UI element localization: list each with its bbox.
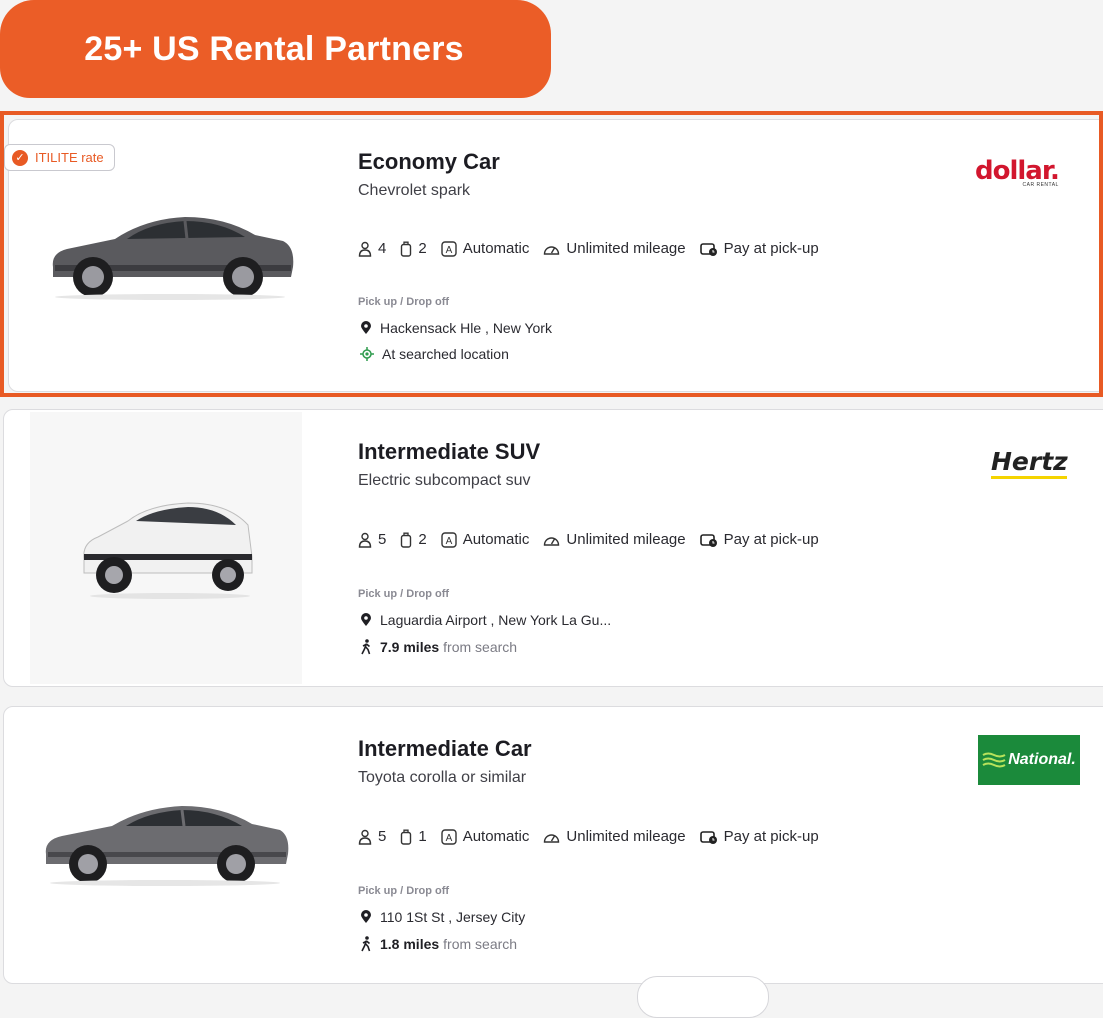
distance-info: 7.9 miles from search (360, 639, 517, 655)
national-logo: National. (978, 735, 1080, 785)
transmission-label: Automatic (462, 828, 530, 845)
wallet-clock-icon (699, 533, 717, 547)
vendor-name: Hertz (991, 447, 1068, 476)
svg-text:A: A (445, 833, 452, 844)
speedometer-icon (544, 833, 560, 843)
mileage-feature: Unlimited mileage (543, 531, 686, 548)
walking-icon (361, 936, 371, 952)
passengers-count: 4 (378, 240, 387, 257)
passengers-feature: 5 (358, 828, 386, 845)
hertz-logo: Hertz (991, 447, 1068, 479)
location-pin-icon (361, 910, 371, 923)
luggage-icon (401, 532, 412, 548)
payment-label: Pay at pick-up (723, 828, 819, 845)
hertz-underline (991, 476, 1067, 479)
speedometer-icon (544, 536, 560, 546)
badge-label: ITILITE rate (35, 150, 104, 165)
car-subtitle: Toyota corolla or similar (358, 769, 527, 786)
person-icon (358, 829, 372, 845)
pickup-location-text: 110 1St St , Jersey City (380, 909, 526, 925)
scroll-tab[interactable] (637, 976, 769, 1018)
speedometer-icon (544, 245, 560, 255)
vendor-name: dollar. (975, 156, 1060, 186)
car-features: 4 2 A Automatic Unlimited mileage Pay at… (358, 240, 833, 257)
wallet-clock-icon (699, 830, 717, 844)
payment-label: Pay at pick-up (723, 531, 819, 548)
banner-text: 25+ US Rental Partners (84, 29, 464, 68)
automatic-icon: A (440, 828, 457, 845)
person-icon (358, 241, 372, 257)
automatic-icon: A (440, 531, 457, 548)
mileage-label: Unlimited mileage (566, 240, 686, 257)
bags-count: 2 (418, 240, 427, 257)
automatic-icon: A (440, 240, 457, 257)
mileage-feature: Unlimited mileage (543, 240, 686, 257)
payment-label: Pay at pick-up (723, 240, 819, 257)
car-image-economy (52, 217, 294, 300)
car-subtitle: Electric subcompact suv (358, 472, 531, 489)
passengers-feature: 4 (358, 240, 386, 257)
luggage-icon (401, 241, 412, 257)
wallet-clock-icon (699, 242, 717, 256)
pickup-location: Laguardia Airport , New York La Gu... (360, 612, 611, 628)
walking-icon (361, 639, 371, 655)
mileage-feature: Unlimited mileage (543, 828, 686, 845)
bags-feature: 2 (400, 240, 427, 257)
transmission-feature: A Automatic (440, 531, 530, 548)
distance-value: 1.8 miles (380, 936, 440, 952)
pickup-location: Hackensack Hle , New York (360, 320, 552, 336)
car-image-suv (83, 502, 253, 599)
pickup-location-text: Hackensack Hle , New York (380, 320, 552, 336)
luggage-icon (401, 829, 412, 845)
svg-text:A: A (445, 536, 452, 547)
distance-value: 7.9 miles (380, 639, 440, 655)
mileage-label: Unlimited mileage (566, 531, 686, 548)
car-image-intermediate (45, 806, 289, 886)
distance-suffix: from search (443, 639, 518, 655)
itilite-rate-badge: ✓ ITILITE rate (4, 144, 115, 171)
rental-partners-banner: 25+ US Rental Partners (0, 0, 551, 98)
car-title[interactable]: Intermediate Car (358, 736, 532, 762)
distance-suffix: from search (443, 936, 518, 952)
transmission-label: Automatic (462, 531, 530, 548)
location-pin-icon (361, 613, 371, 626)
target-icon (360, 347, 374, 361)
dollar-logo: dollar. CAR RENTAL (975, 156, 1060, 188)
mileage-label: Unlimited mileage (566, 828, 686, 845)
check-badge-icon: ✓ (12, 150, 28, 166)
car-features: 5 2 A Automatic Unlimited mileage Pay at… (358, 531, 833, 548)
car-title[interactable]: Intermediate SUV (358, 439, 540, 465)
pickup-location-text: Laguardia Airport , New York La Gu... (380, 612, 612, 628)
pickup-dropoff-label: Pick up / Drop off (358, 588, 450, 600)
payment-feature: Pay at pick-up (699, 828, 819, 845)
distance-info: At searched location (360, 346, 509, 362)
svg-text:A: A (445, 245, 452, 256)
car-features: 5 1 A Automatic Unlimited mileage Pay at… (358, 828, 833, 845)
vendor-name: National. (1008, 751, 1076, 768)
pickup-dropoff-label: Pick up / Drop off (358, 885, 450, 897)
pickup-dropoff-label: Pick up / Drop off (358, 296, 450, 308)
national-flag-icon (982, 752, 1006, 768)
person-icon (358, 532, 372, 548)
bags-feature: 2 (400, 531, 427, 548)
payment-feature: Pay at pick-up (699, 240, 819, 257)
bags-feature: 1 (400, 828, 427, 845)
transmission-feature: A Automatic (440, 240, 530, 257)
payment-feature: Pay at pick-up (699, 531, 819, 548)
car-subtitle: Chevrolet spark (358, 182, 471, 199)
distance-text: At searched location (382, 346, 509, 362)
bags-count: 2 (418, 531, 427, 548)
distance-info: 1.8 miles from search (360, 936, 517, 952)
passengers-count: 5 (378, 828, 387, 845)
transmission-label: Automatic (462, 240, 530, 257)
passengers-feature: 5 (358, 531, 386, 548)
location-pin-icon (361, 321, 371, 334)
bags-count: 1 (418, 828, 427, 845)
pickup-location: 110 1St St , Jersey City (360, 909, 525, 925)
passengers-count: 5 (378, 531, 387, 548)
transmission-feature: A Automatic (440, 828, 530, 845)
car-title[interactable]: Economy Car (358, 149, 500, 175)
